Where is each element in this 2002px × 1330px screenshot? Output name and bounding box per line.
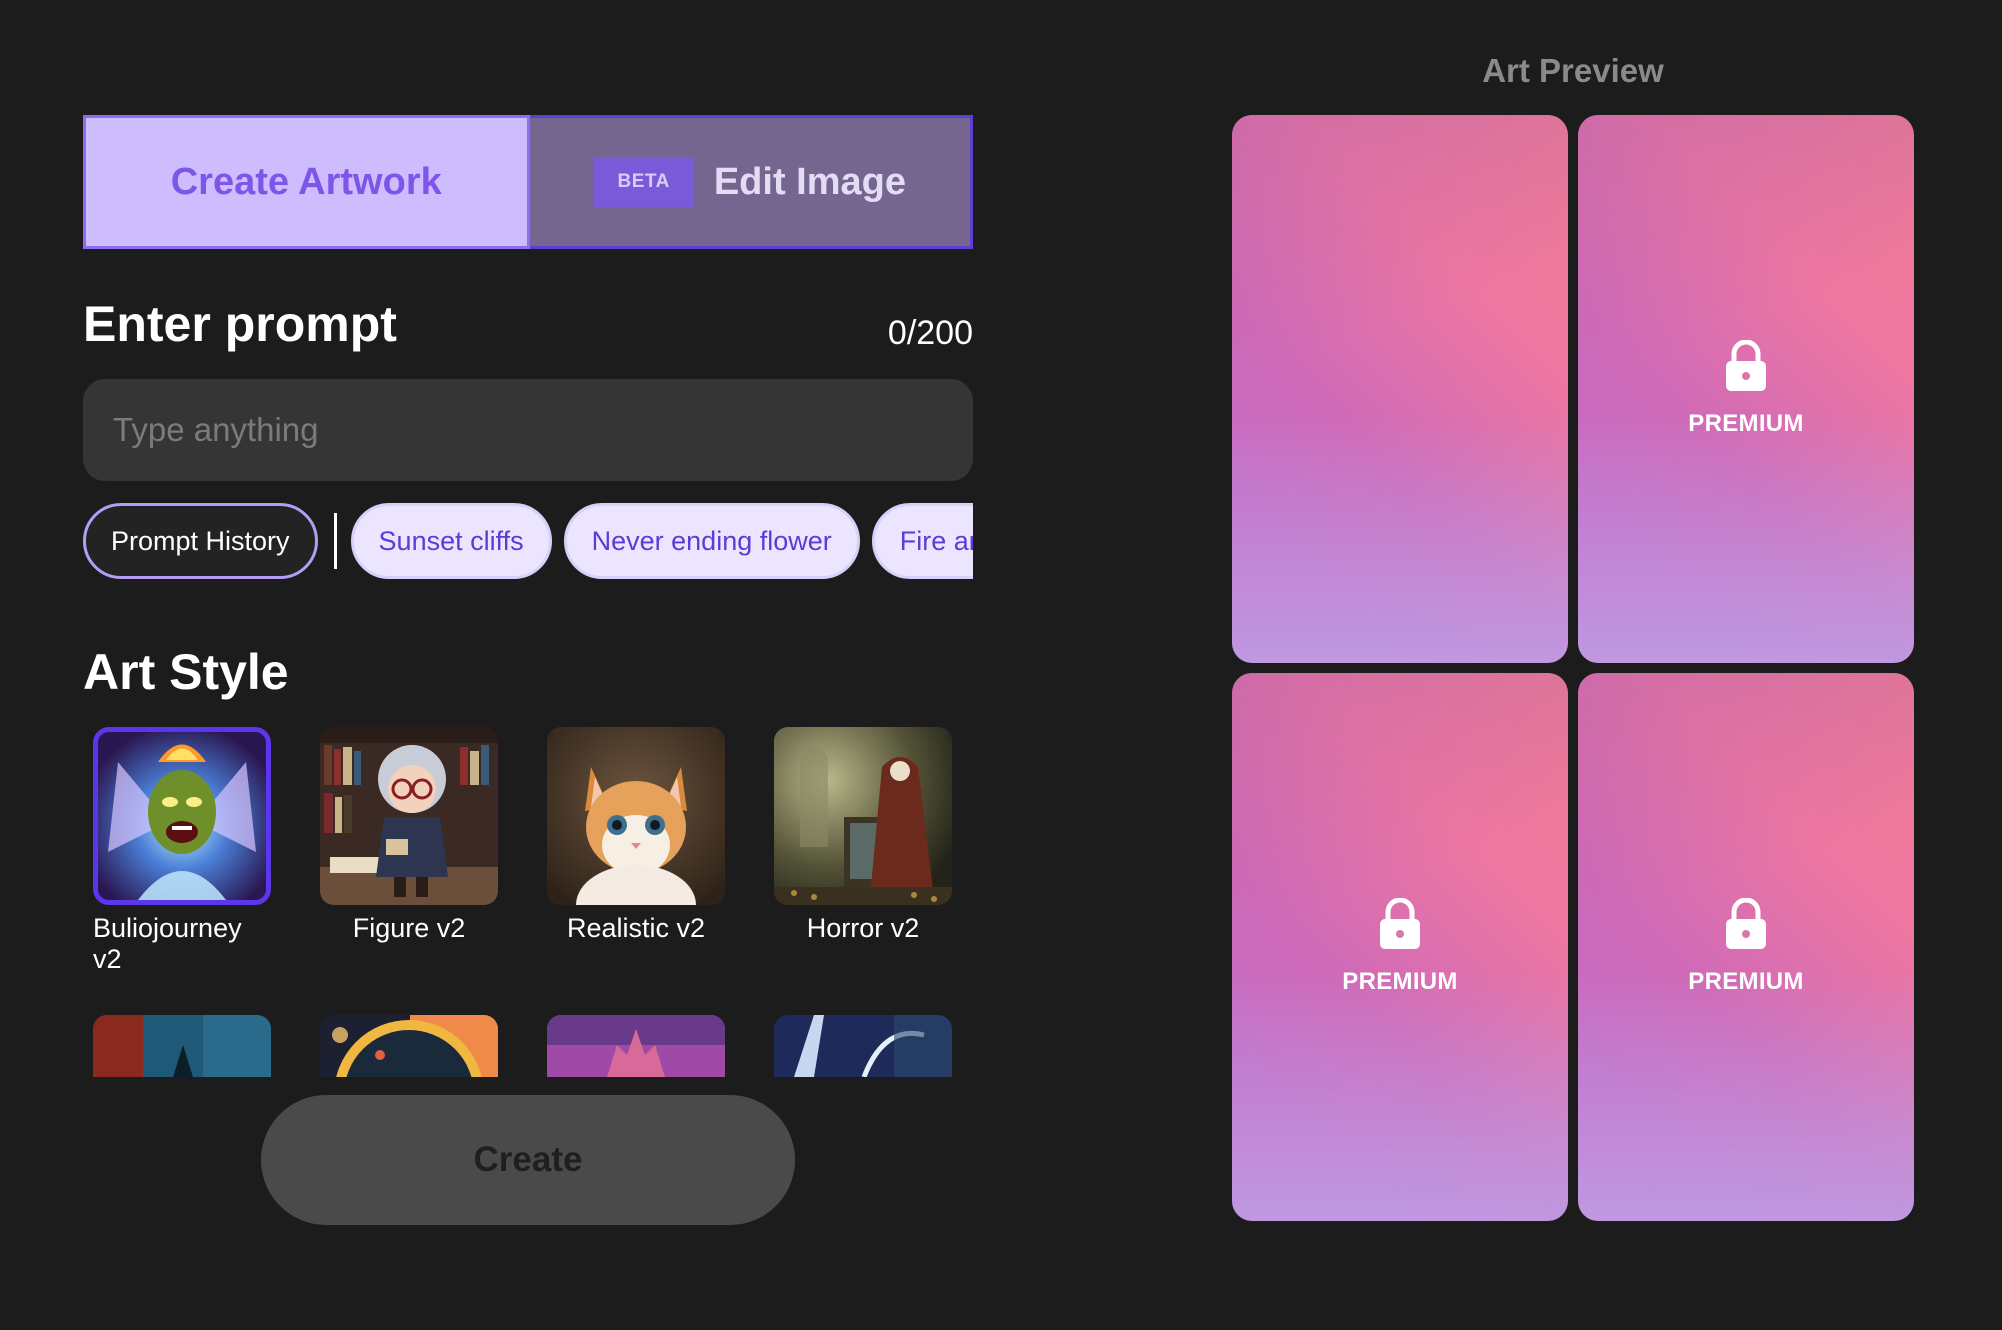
style-thumbnail [93,1015,271,1077]
art-generator-app: Create Artwork BETA Edit Image Enter pro… [0,0,2002,1330]
style-option[interactable] [547,1015,725,1077]
tab-create-artwork-label: Create Artwork [170,160,442,203]
tab-edit-image-label: Edit Image [713,160,906,203]
style-thumbnail [774,727,952,905]
forest-thumbnail-image [774,1015,952,1077]
premium-label: PREMIUM [1688,410,1804,437]
prompt-input[interactable] [83,379,973,481]
preview-card-free[interactable] [1232,115,1568,663]
style-option[interactable] [320,1015,498,1077]
preview-card-premium[interactable]: PREMIUM [1578,673,1914,1221]
figure-thumbnail-image [320,727,498,905]
preview-card-premium[interactable]: PREMIUM [1578,115,1914,663]
style-thumbnail [320,1015,498,1077]
style-thumbnail [774,1015,952,1077]
horror-thumbnail-image [774,727,952,905]
left-panel: Create Artwork BETA Edit Image Enter pro… [83,115,973,1225]
suggestion-chip-label: Fire and w [899,525,973,556]
art-preview-grid: PREMIUM PREMIUM PREMIUM [1232,115,1914,1221]
lock-icon [1726,898,1766,949]
chip-divider [333,513,337,569]
style-thumbnail [547,727,725,905]
style-label: Figure v2 [352,913,466,943]
prompt-chips: Prompt History Sunset cliffs Never endin… [83,501,973,581]
suggestion-chip[interactable]: Sunset cliffs [350,503,552,579]
style-thumbnail [93,727,271,905]
art-preview-title: Art Preview [1482,52,1664,89]
castle-thumbnail-image [547,1015,725,1077]
style-label: Buliojourney v2 [93,913,242,974]
style-label: Horror v2 [806,913,920,943]
suggestion-chip[interactable]: Fire and w [871,503,973,579]
style-option-buliojourney[interactable]: Buliojourney v2 [93,727,271,975]
beta-badge: BETA [593,157,694,207]
art-style-grid: Buliojourney v2 Figure v2 Realistic v2 H… [83,727,983,975]
mode-tabs: Create Artwork BETA Edit Image [83,115,973,249]
kitten-thumbnail-image [547,727,725,905]
style-thumbnail [320,727,498,905]
lock-icon [1380,898,1420,949]
ocean-thumbnail-image [93,1015,271,1077]
monster-thumbnail-image [98,732,266,900]
suggestion-chip[interactable]: Never ending flower [563,503,860,579]
premium-label: PREMIUM [1342,968,1458,995]
prompt-history-button[interactable]: Prompt History [83,503,318,579]
prompt-history-label: Prompt History [111,525,290,556]
premium-label: PREMIUM [1688,968,1804,995]
suggestion-chip-label: Never ending flower [591,525,832,556]
style-option-horror[interactable]: Horror v2 [774,727,952,975]
style-option-figure[interactable]: Figure v2 [320,727,498,975]
prompt-header: Enter prompt 0/200 [83,295,973,353]
tab-create-artwork[interactable]: Create Artwork [83,115,530,249]
prompt-title: Enter prompt [83,296,397,352]
create-button[interactable]: Create [261,1095,795,1225]
space-thumbnail-image [320,1015,498,1077]
suggestion-chip-label: Sunset cliffs [378,525,524,556]
char-counter: 0/200 [887,314,973,352]
style-option-realistic[interactable]: Realistic v2 [547,727,725,975]
style-option[interactable] [93,1015,271,1077]
style-label: Realistic v2 [566,913,706,943]
lock-icon [1726,340,1766,391]
style-option[interactable] [774,1015,952,1077]
preview-card-premium[interactable]: PREMIUM [1232,673,1568,1221]
style-thumbnail [547,1015,725,1077]
art-style-grid-row-2 [83,1015,983,1077]
art-style-title: Art Style [83,644,289,700]
tab-edit-image[interactable]: BETA Edit Image [529,115,973,249]
